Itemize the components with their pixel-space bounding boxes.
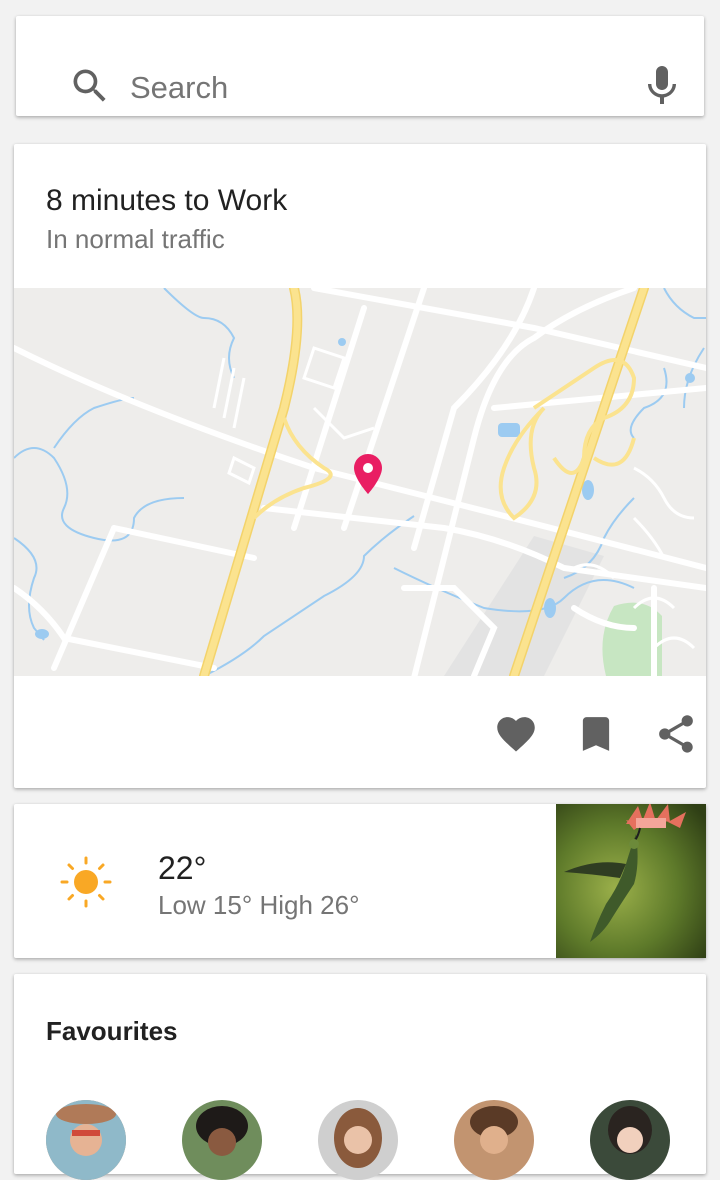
sun-icon	[60, 856, 112, 908]
weather-card[interactable]: 22° Low 15° High 26°	[14, 804, 706, 958]
contact-3-photo	[318, 1100, 398, 1180]
microphone-icon[interactable]	[646, 64, 678, 108]
bookmark-icon	[582, 717, 610, 751]
avatar[interactable]	[318, 1100, 398, 1180]
contact-2-photo	[182, 1100, 262, 1180]
search-input[interactable]	[130, 66, 610, 110]
commute-title: 8 minutes to Work	[46, 184, 288, 217]
search-bar[interactable]	[16, 16, 704, 116]
hummingbird-photo	[556, 804, 706, 958]
avatar[interactable]	[590, 1100, 670, 1180]
commute-card[interactable]: 8 minutes to Work In normal traffic	[14, 144, 706, 788]
temperature-range: Low 15° High 26°	[158, 890, 360, 920]
avatar[interactable]	[182, 1100, 262, 1180]
avatar[interactable]	[454, 1100, 534, 1180]
contact-4-photo	[454, 1100, 534, 1180]
contact-1-photo	[46, 1100, 126, 1180]
commute-subtitle: In normal traffic	[46, 224, 225, 254]
avatar[interactable]	[46, 1100, 126, 1180]
contact-5-photo	[590, 1100, 670, 1180]
favourites-title: Favourites	[46, 1016, 178, 1046]
favourites-card: Favourites	[14, 974, 706, 1180]
favorite-button[interactable]	[486, 704, 546, 764]
current-temperature: 22°	[158, 850, 207, 886]
commute-actions	[446, 704, 706, 764]
share-icon	[659, 715, 693, 753]
map-graphic	[14, 288, 706, 676]
search-icon	[73, 69, 106, 102]
route-map[interactable]	[14, 288, 706, 676]
bookmark-button[interactable]	[566, 704, 626, 764]
heart-icon	[497, 717, 535, 752]
share-button[interactable]	[646, 704, 706, 764]
